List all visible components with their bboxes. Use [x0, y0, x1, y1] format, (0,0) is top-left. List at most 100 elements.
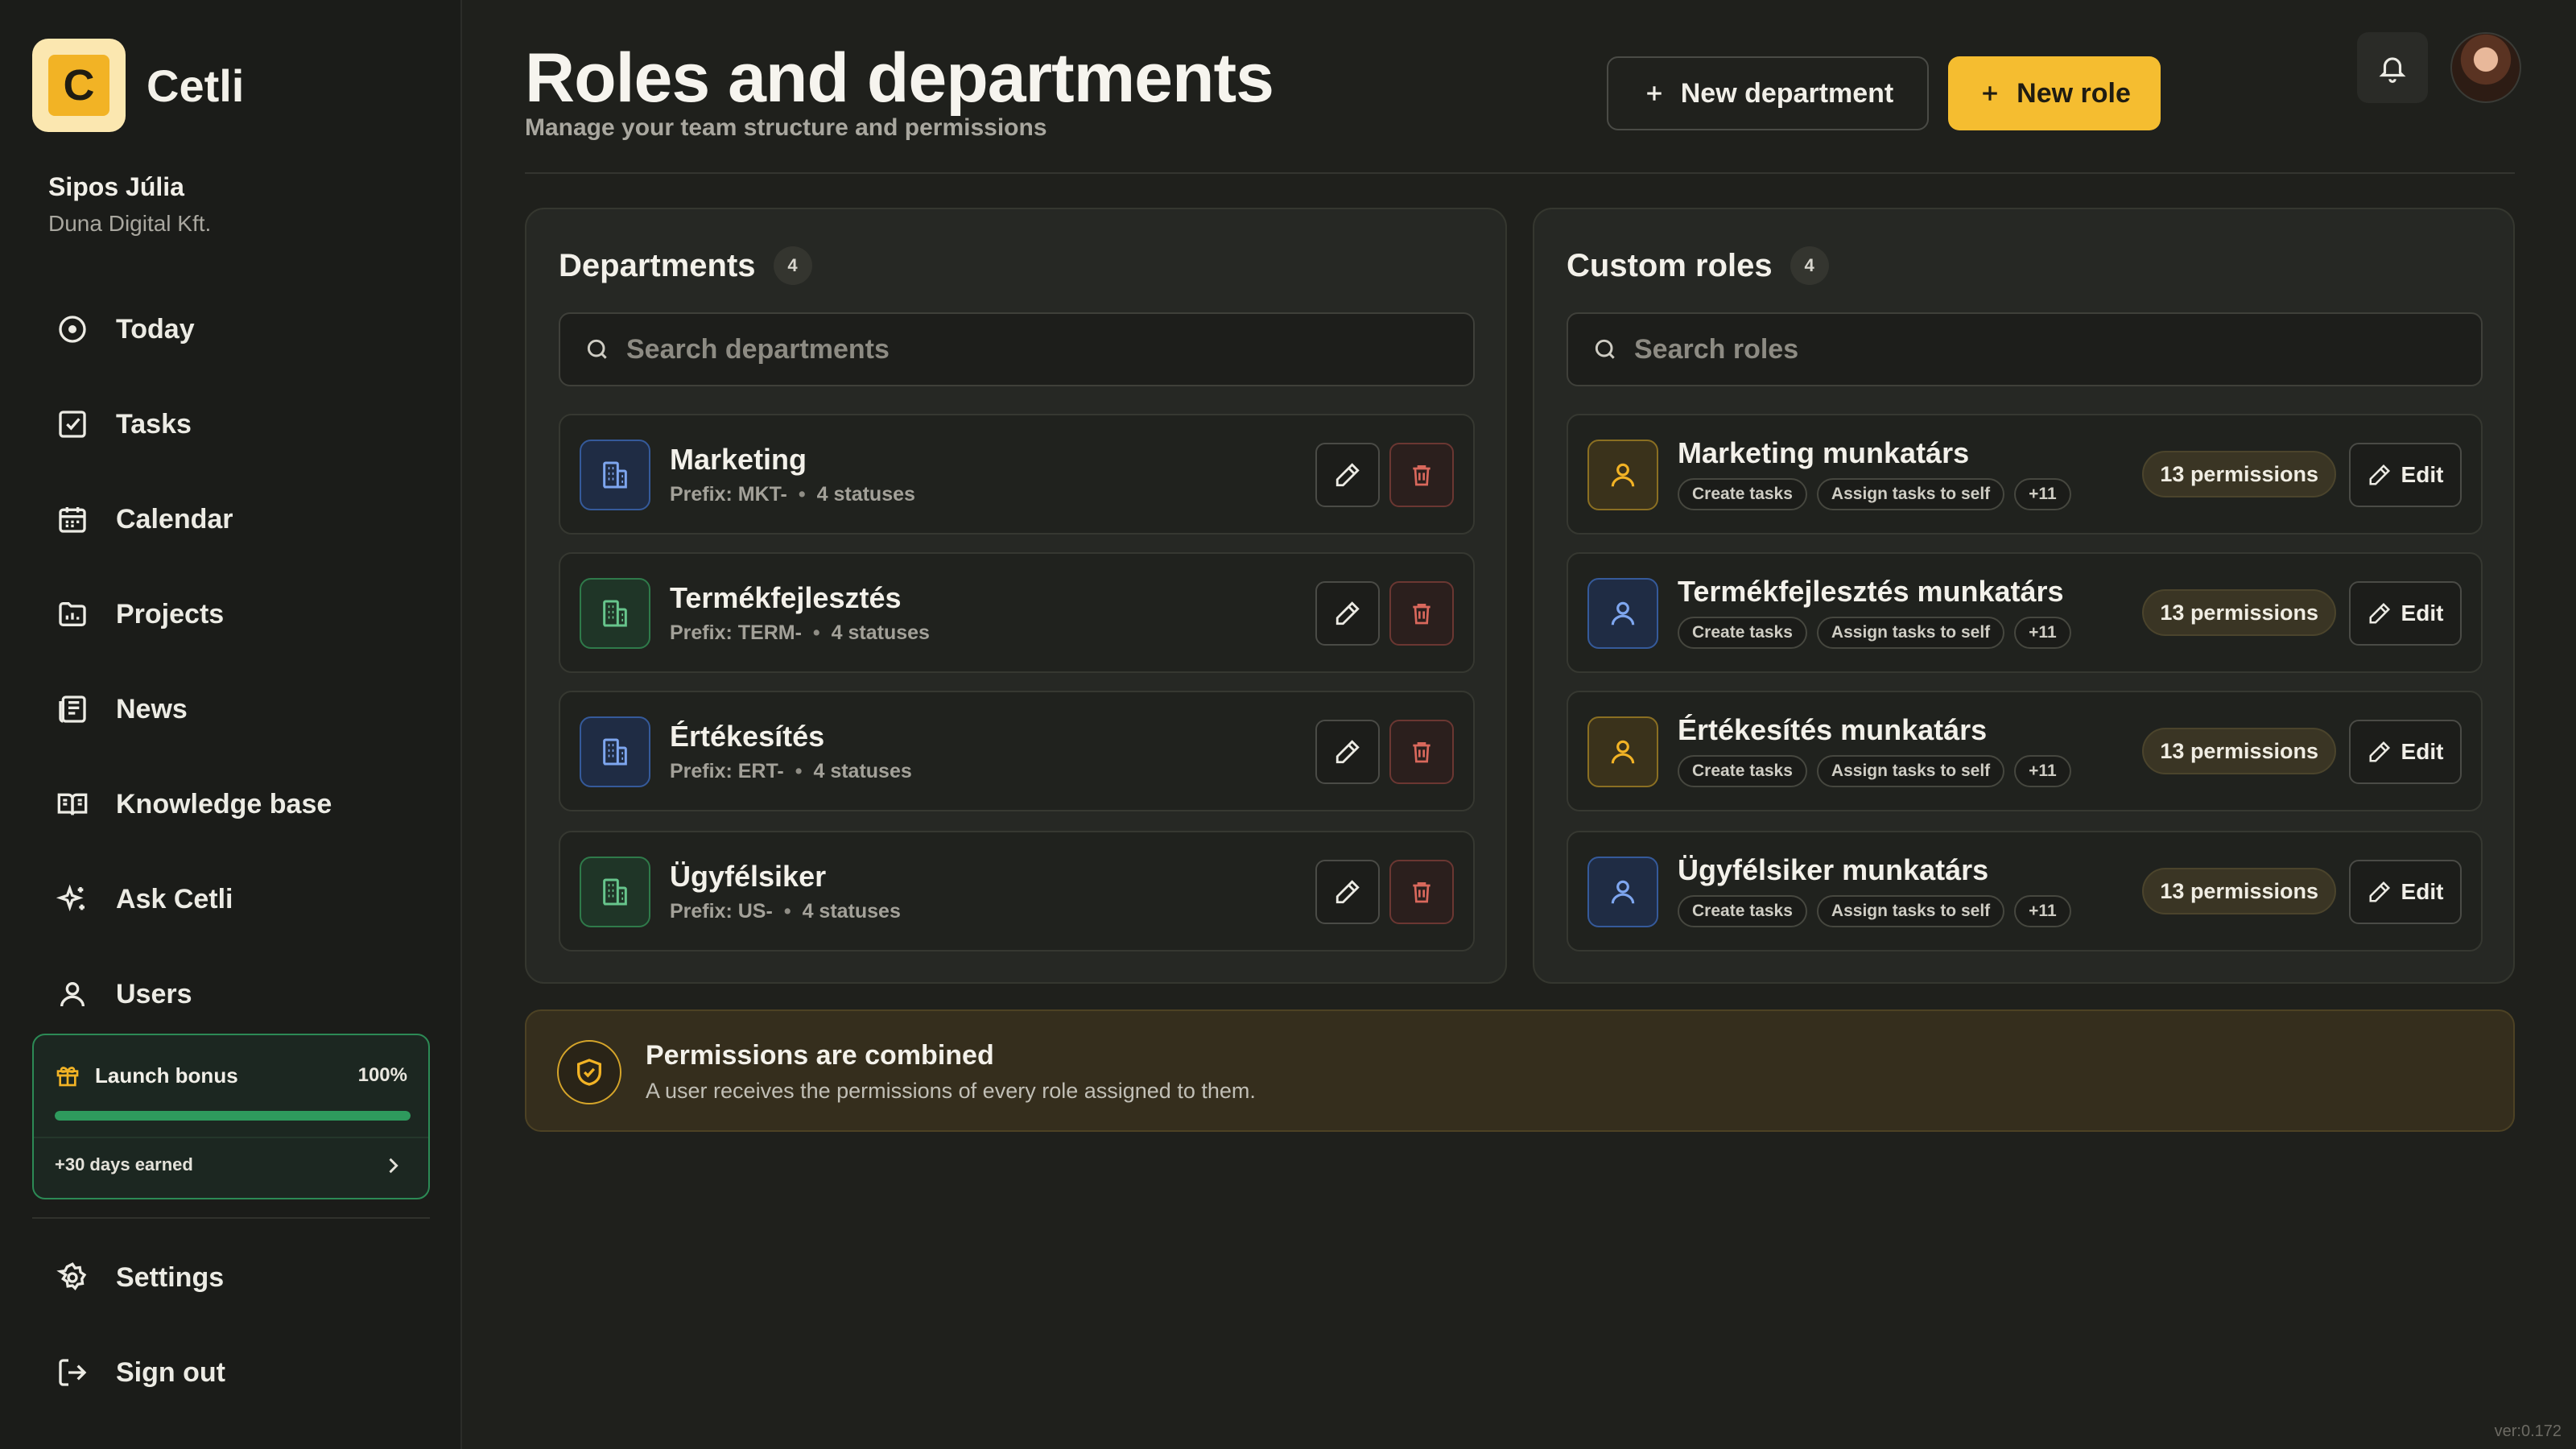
sign-out-icon — [55, 1355, 90, 1390]
edit-role-button[interactable]: Edit — [2349, 720, 2462, 784]
chevron-right-icon[interactable] — [382, 1154, 404, 1177]
department-name: Ügyfélsiker — [670, 860, 827, 893]
nav-item-users[interactable]: Users — [32, 947, 430, 1042]
logo: C — [32, 39, 126, 132]
trash-icon — [1409, 739, 1435, 765]
nav-label: Tasks — [116, 408, 192, 440]
version-label: ver:0.172 — [2494, 1422, 2562, 1440]
clock-icon — [55, 312, 90, 347]
delete-department-button[interactable] — [1389, 443, 1454, 507]
pencil-icon — [1334, 600, 1361, 627]
nav-label: Knowledge base — [116, 788, 332, 819]
nav-label: Projects — [116, 598, 225, 630]
delete-department-button[interactable] — [1389, 860, 1454, 924]
checkbox-icon — [55, 407, 90, 442]
nav-item-projects[interactable]: Projects — [32, 567, 430, 662]
search-departments[interactable] — [559, 312, 1475, 386]
nav-item-news[interactable]: News — [32, 662, 430, 757]
edit-role-button[interactable]: Edit — [2349, 860, 2462, 924]
notifications-button[interactable] — [2357, 32, 2428, 103]
folder-chart-icon — [55, 597, 90, 632]
new-department-label: New department — [1680, 77, 1894, 109]
permission-chip: Assign tasks to self — [1816, 895, 2005, 927]
nav-item-knowledge-base[interactable]: Knowledge base — [32, 757, 430, 852]
gear-icon — [55, 1260, 90, 1295]
search-departments-input[interactable] — [626, 333, 1351, 365]
newspaper-icon — [55, 691, 90, 727]
nav-label: Users — [116, 978, 192, 1009]
trash-icon — [1409, 879, 1435, 905]
trash-icon — [1409, 601, 1435, 626]
main-nav: Today Tasks Calendar Projects News Knowl… — [32, 282, 430, 1042]
edit-department-button[interactable] — [1315, 443, 1380, 507]
nav-item-tasks[interactable]: Tasks — [32, 377, 430, 472]
pencil-icon — [1334, 738, 1361, 766]
nav-item-settings[interactable]: Settings — [32, 1230, 430, 1325]
department-prefix: Prefix: US- — [670, 900, 773, 923]
new-role-button[interactable]: New role — [1948, 56, 2161, 130]
permissions-count-badge: 13 permissions — [2142, 868, 2336, 914]
info-text: A user receives the permissions of every… — [646, 1079, 1256, 1103]
department-row[interactable]: Értékesítés Prefix: ERT- • 4 statuses — [559, 691, 1475, 811]
page-subtitle: Manage your team structure and permissio… — [525, 114, 1047, 141]
permission-chip: Create tasks — [1678, 478, 1807, 510]
new-department-button[interactable]: New department — [1607, 56, 1929, 130]
nav-label: Settings — [116, 1261, 225, 1293]
sidebar: C Cetli Sipos Júlia Duna Digital Kft. To… — [0, 0, 462, 1449]
edit-role-button[interactable]: Edit — [2349, 581, 2462, 646]
permissions-info-box: Permissions are combined A user receives… — [525, 1009, 2515, 1132]
more-permissions-chip: +11 — [2014, 755, 2071, 787]
logo-letter: C — [63, 61, 95, 109]
bonus-progress-bar — [55, 1111, 411, 1121]
brand[interactable]: C Cetli — [32, 39, 244, 132]
role-row[interactable]: Ügyfélsiker munkatárs Create tasks Assig… — [1567, 831, 2483, 952]
user-name: Sipos Júlia — [48, 172, 184, 201]
department-row[interactable]: Ügyfélsiker Prefix: US- • 4 statuses — [559, 831, 1475, 952]
edit-label: Edit — [2401, 601, 2444, 625]
pencil-icon — [2368, 740, 2392, 764]
role-row[interactable]: Termékfejlesztés munkatárs Create tasks … — [1567, 552, 2483, 673]
nav-item-sign-out[interactable]: Sign out — [32, 1325, 430, 1420]
delete-department-button[interactable] — [1389, 581, 1454, 646]
role-row[interactable]: Marketing munkatárs Create tasks Assign … — [1567, 414, 2483, 535]
edit-department-button[interactable] — [1315, 720, 1380, 784]
nav-item-today[interactable]: Today — [32, 282, 430, 377]
more-permissions-chip: +11 — [2014, 478, 2071, 510]
plus-icon — [1978, 81, 2002, 105]
launch-bonus-card[interactable]: Launch bonus 100% +30 days earned — [32, 1034, 430, 1199]
custom-roles-panel: Custom roles 4 Marketing munkatárs Creat… — [1533, 208, 2515, 984]
bonus-progress-fill — [55, 1111, 411, 1121]
search-roles[interactable] — [1567, 312, 2483, 386]
edit-department-button[interactable] — [1315, 581, 1380, 646]
nav-item-calendar[interactable]: Calendar — [32, 472, 430, 567]
new-role-label: New role — [2017, 77, 2131, 109]
nav-item-ask-cetli[interactable]: Ask Cetli — [32, 852, 430, 947]
avatar[interactable] — [2450, 32, 2521, 103]
info-title: Permissions are combined — [646, 1040, 994, 1071]
page-title: Roles and departments — [525, 39, 1274, 117]
role-row[interactable]: Értékesítés munkatárs Create tasks Assig… — [1567, 691, 2483, 811]
search-roles-input[interactable] — [1634, 333, 2359, 365]
nav-label: News — [116, 693, 188, 724]
delete-department-button[interactable] — [1389, 720, 1454, 784]
permission-chip: Assign tasks to self — [1816, 755, 2005, 787]
edit-department-button[interactable] — [1315, 860, 1380, 924]
bonus-title: Launch bonus — [95, 1063, 238, 1088]
roles-count: 4 — [1790, 246, 1829, 285]
search-icon — [584, 336, 610, 362]
departments-panel: Departments 4 Marketing Prefix: MKT- • 4… — [525, 208, 1507, 984]
custom-roles-title: Custom roles — [1567, 247, 1773, 283]
edit-role-button[interactable]: Edit — [2349, 443, 2462, 507]
plus-icon — [1642, 81, 1666, 105]
department-statuses: 4 statuses — [802, 900, 901, 923]
departments-count: 4 — [773, 246, 812, 285]
permission-chip: Assign tasks to self — [1816, 617, 2005, 649]
user-icon — [1587, 578, 1658, 649]
pencil-icon — [2368, 601, 2392, 625]
trash-icon — [1409, 462, 1435, 488]
department-row[interactable]: Termékfejlesztés Prefix: TERM- • 4 statu… — [559, 552, 1475, 673]
user-icon — [1587, 857, 1658, 927]
building-icon — [580, 578, 650, 649]
department-row[interactable]: Marketing Prefix: MKT- • 4 statuses — [559, 414, 1475, 535]
bonus-earned: +30 days earned — [55, 1154, 193, 1174]
